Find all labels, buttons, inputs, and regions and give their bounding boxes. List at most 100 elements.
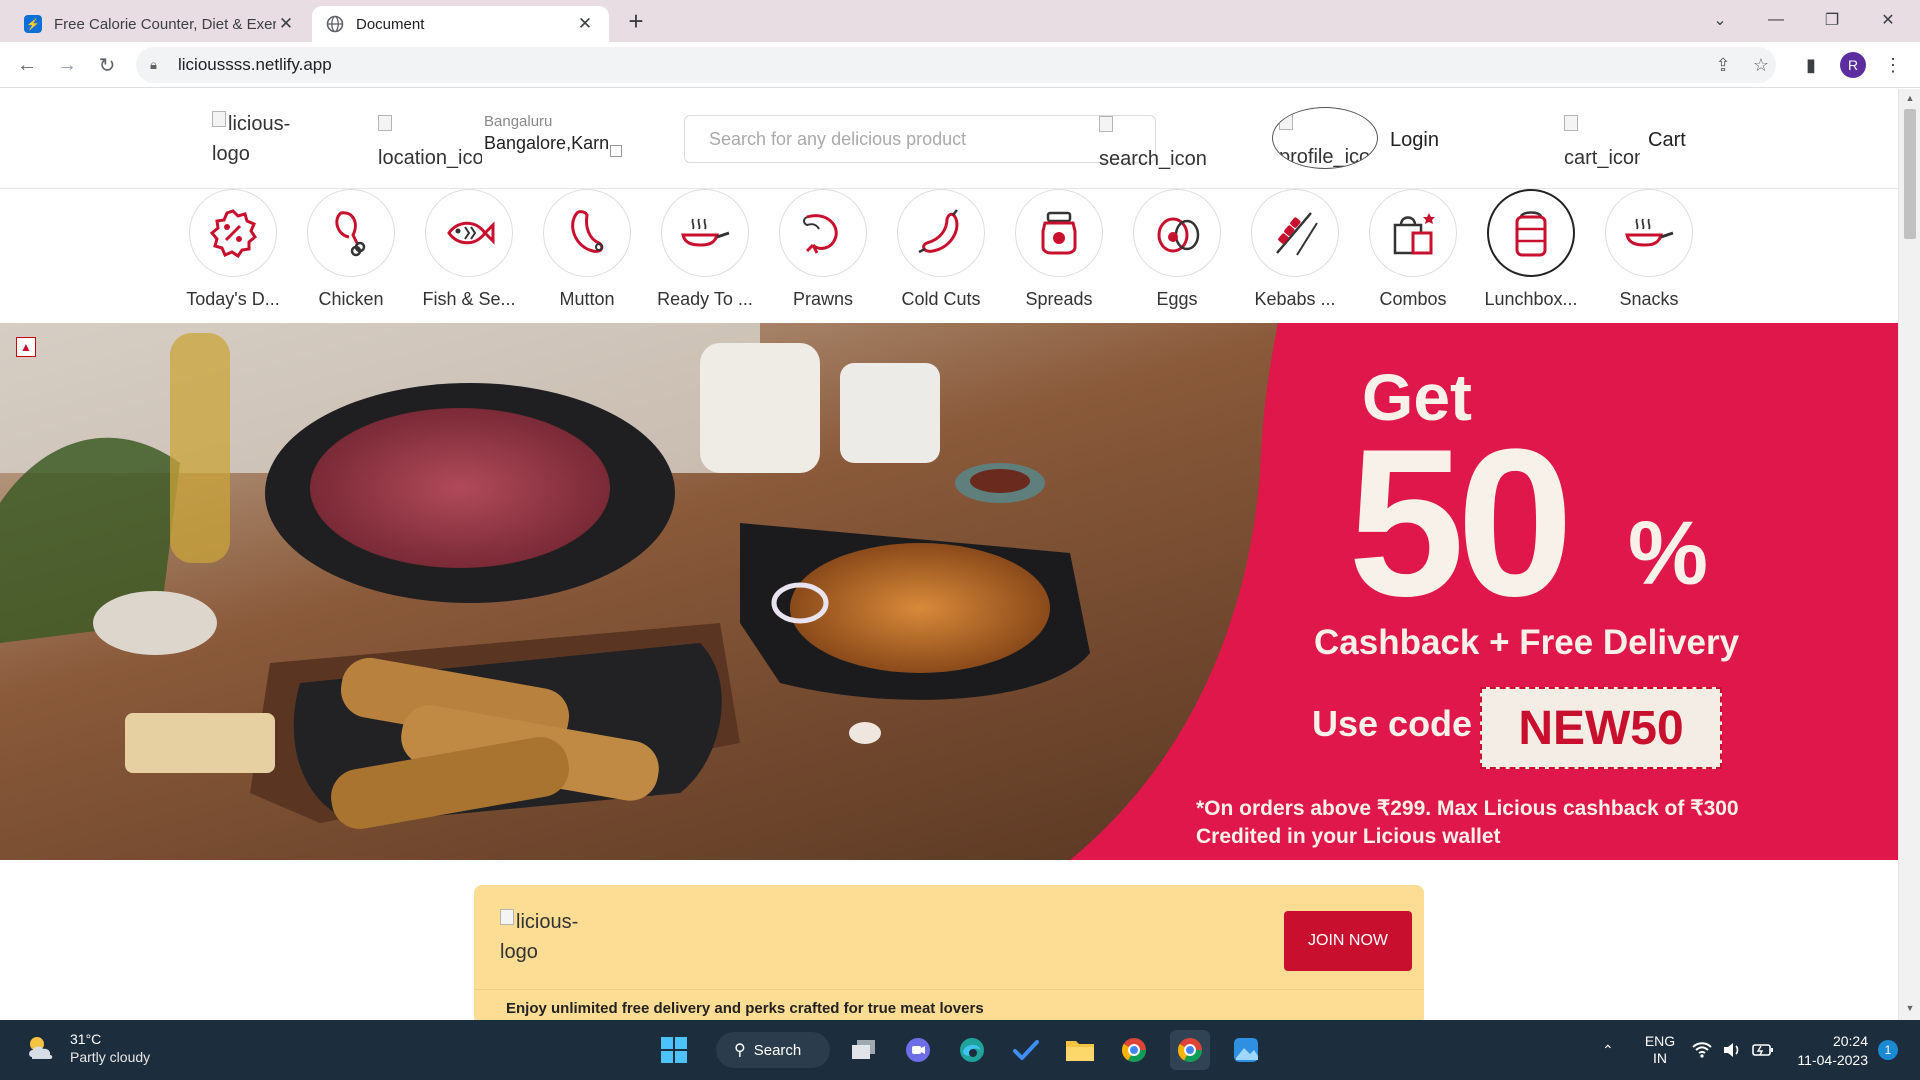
category-lunchbox[interactable]: Lunchbox... [1476,189,1586,310]
category-ready-to-cook[interactable]: Ready To ... [650,189,760,310]
edge-browser-icon[interactable] [952,1030,992,1070]
minimize-button[interactable]: — [1748,0,1804,40]
close-window-button[interactable]: ✕ [1860,0,1916,40]
page-scrollbar[interactable]: ▲ ▼ [1898,89,1920,1020]
category-fish-seafood[interactable]: Fish & Se... [414,189,524,310]
taskbar-search-button[interactable]: ⚲ Search [716,1032,830,1068]
location-city: Bangaluru [484,113,553,130]
membership-licious-logo: licious-logo [500,907,590,967]
login-link[interactable]: Login [1390,129,1439,152]
membership-card: licious-logo JOIN NOW Enjoy unlimited fr… [474,885,1424,1025]
search-bar: search_icon [684,115,1207,170]
category-todays-deals[interactable]: Today's D... [178,189,288,310]
chrome-profile-icon[interactable] [1114,1030,1154,1070]
card-divider [474,989,1424,990]
category-eggs[interactable]: Eggs [1122,189,1232,310]
language-code: ENG [1644,1033,1676,1049]
location-icon[interactable]: location_icon [378,113,482,173]
chrome-active-icon[interactable] [1170,1030,1210,1070]
forward-arrow-icon[interactable]: → [52,50,82,80]
profile-icon[interactable]: profile_icon [1272,107,1378,169]
browser-tab-strip: ⚡ Free Calorie Counter, Diet & Exer ✕ Do… [0,0,1920,42]
clock-time: 20:24 [1832,1033,1868,1049]
promo-terms-line2: Credited in your Licious wallet [1196,825,1501,848]
category-spreads[interactable]: Spreads [1004,189,1114,310]
tab-document[interactable]: Document ✕ [312,6,609,42]
category-chicken[interactable]: Chicken [296,189,406,310]
partly-cloudy-icon [29,1037,53,1059]
site-header: licious-logo location_icon Bangaluru Ban… [0,89,1898,189]
scroll-up-arrow-icon[interactable]: ▲ [1903,93,1917,107]
battery-icon[interactable] [1752,1020,1774,1080]
tab-title: Free Calorie Counter, Diet & Exer [54,15,276,33]
tab-search-chevron-icon[interactable]: ⌄ [1692,0,1748,40]
side-panel-icon[interactable]: ▮ [1798,52,1824,78]
show-hidden-icons-chevron[interactable]: ⌃ [1602,1020,1614,1080]
back-arrow-icon[interactable]: ← [12,50,42,80]
category-label: Eggs [1156,289,1198,309]
membership-perks-text: Enjoy unlimited free delivery and perks … [506,1000,984,1017]
join-now-button[interactable]: JOIN NOW [1284,911,1412,971]
hero-food-photo [0,323,1898,860]
combo-bag-icon [1369,189,1457,277]
volume-icon[interactable] [1722,1020,1742,1080]
bookmark-star-icon[interactable]: ☆ [1748,52,1774,78]
chicken-leg-icon [307,189,395,277]
browser-toolbar: ← → ↻ 🔒︎ licioussss.netlify.app ⇪ ☆ ▮ ⋮ [0,42,1920,88]
category-cold-cuts[interactable]: Cold Cuts [886,189,996,310]
photos-app-icon[interactable] [1226,1030,1266,1070]
sausage-icon [897,189,985,277]
tab-calorie-counter[interactable]: ⚡ Free Calorie Counter, Diet & Exer ✕ [10,6,310,42]
todo-checkmark-icon[interactable] [1006,1030,1046,1070]
category-label: Combos [1379,289,1447,309]
scroll-down-arrow-icon[interactable]: ▼ [1903,1003,1917,1017]
promo-code-badge: NEW50 [1480,687,1722,769]
licious-logo[interactable]: licious-logo [212,109,302,169]
clock-date: 11-04-2023 [1797,1052,1868,1068]
category-label: Cold Cuts [901,289,981,309]
category-mutton[interactable]: Mutton [532,189,642,310]
notification-badge[interactable]: 1 [1878,1040,1898,1060]
location-icon-alt-text: location_icon [378,147,482,169]
search-input[interactable] [709,129,1069,150]
reload-icon[interactable]: ↻ [92,50,122,80]
weather-temperature: 31°C [70,1031,102,1047]
language-indicator[interactable]: ENG IN [1640,1020,1680,1080]
category-label: Today's D... [186,289,280,309]
task-view-icon[interactable] [844,1030,884,1070]
cart-icon[interactable]: cart_icon [1564,113,1640,173]
hero-banner[interactable]: ▲ Get 50 % Cashback + Free Delivery Use … [0,323,1898,860]
discount-icon [189,189,277,277]
file-explorer-icon[interactable] [1060,1030,1100,1070]
close-tab-icon[interactable]: ✕ [276,14,296,34]
restore-button[interactable]: ❐ [1804,0,1860,40]
tab-title: Document [356,15,425,33]
search-icon[interactable]: search_icon [1099,114,1207,174]
close-tab-icon[interactable]: ✕ [575,14,595,34]
location-dropdown-icon[interactable] [610,145,622,157]
url-text: licioussss.netlify.app [178,55,332,74]
teams-chat-icon[interactable] [898,1030,938,1070]
ad-choices-icon[interactable]: ▲ [16,337,36,357]
share-icon[interactable]: ⇪ [1710,52,1736,78]
chrome-menu-icon[interactable]: ⋮ [1880,52,1906,78]
category-snacks[interactable]: Snacks [1594,189,1704,310]
wifi-icon[interactable] [1692,1020,1712,1080]
category-combos[interactable]: Combos [1358,189,1468,310]
location-address[interactable]: Bangalore,Karn [484,133,609,154]
cart-link[interactable]: Cart [1648,129,1686,152]
category-prawns[interactable]: Prawns [768,189,878,310]
new-tab-button[interactable]: + [622,8,650,36]
profile-avatar[interactable]: R [1840,52,1866,78]
fish-icon [425,189,513,277]
category-label: Ready To ... [657,289,753,309]
category-kebabs[interactable]: Kebabs ... [1240,189,1350,310]
scrollbar-thumb[interactable] [1904,109,1916,239]
category-label: Lunchbox... [1484,289,1578,309]
address-bar[interactable]: 🔒︎ licioussss.netlify.app [136,47,1776,83]
pan-icon [661,189,749,277]
system-clock[interactable]: 20:24 11-04-2023 [1786,1032,1868,1070]
windows-start-icon[interactable] [654,1030,694,1070]
search-icon-alt-text: search_icon [1099,148,1207,170]
weather-widget[interactable]: 31°C Partly cloudy [24,1030,150,1066]
